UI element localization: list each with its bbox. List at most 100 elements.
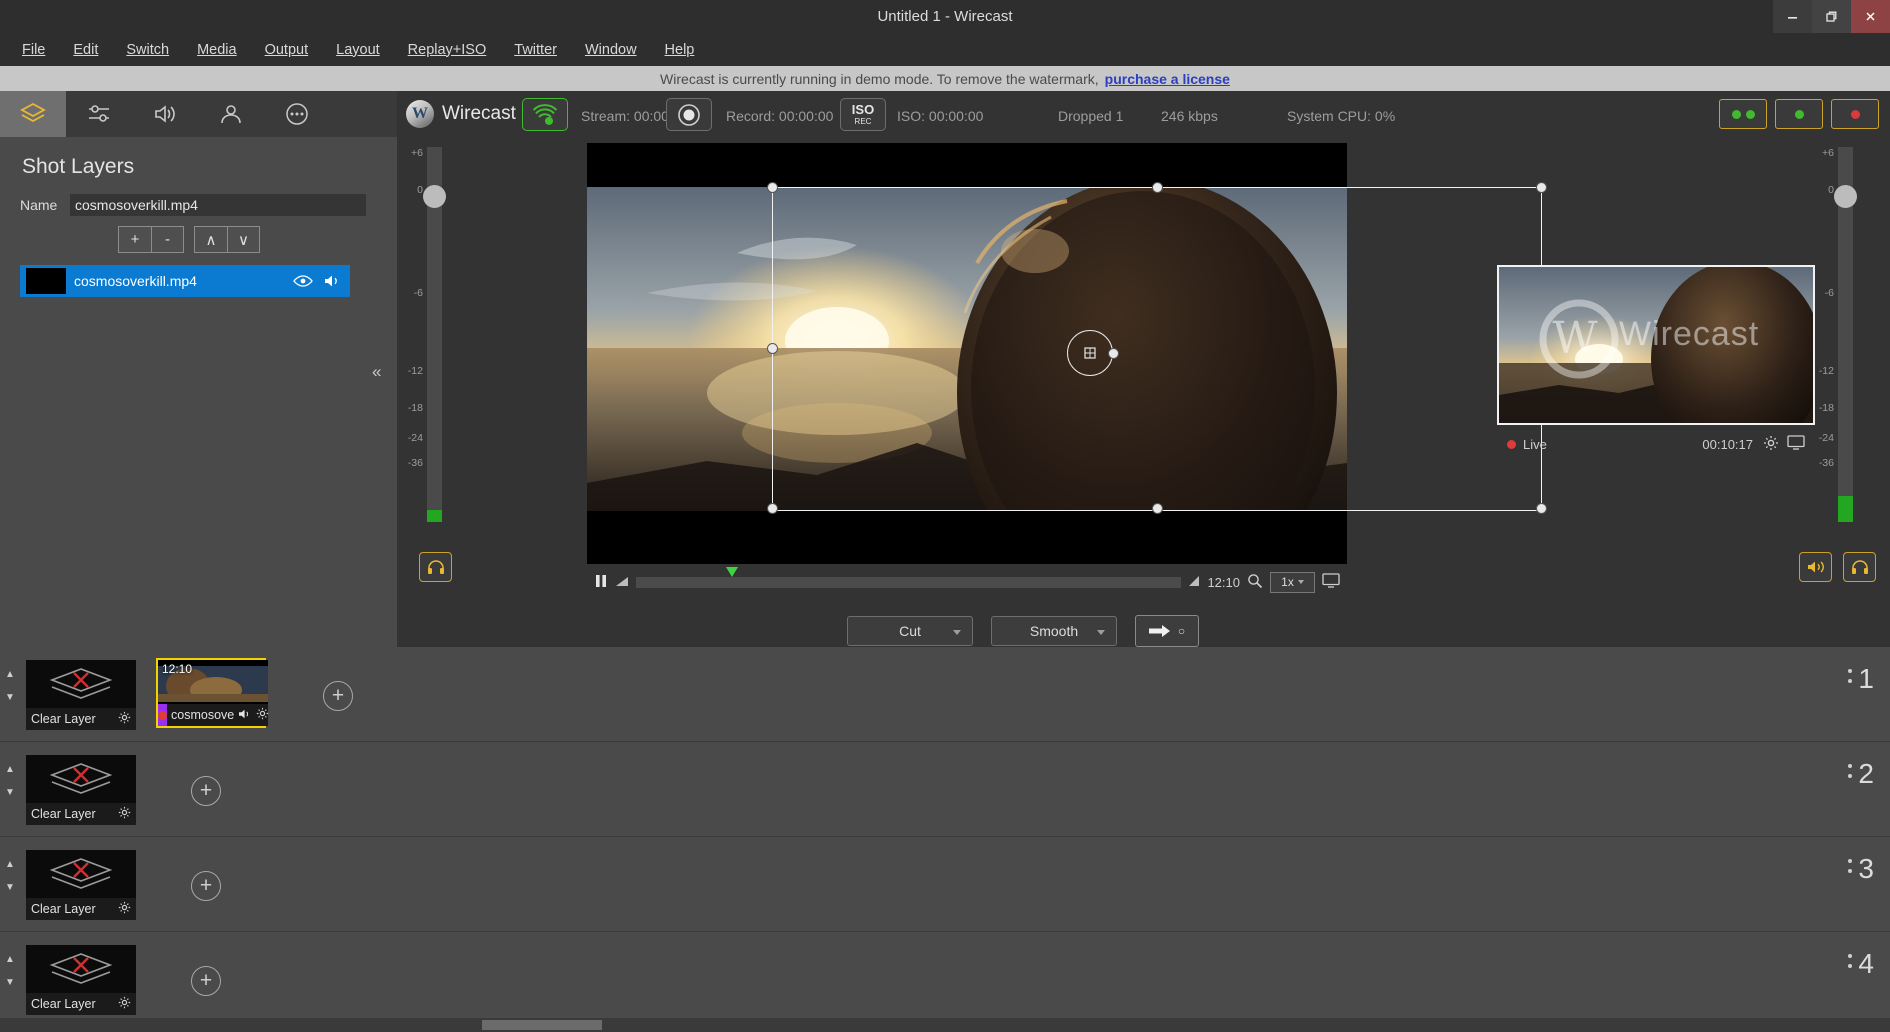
move-layer-down-button[interactable]: ∨ [227,226,260,253]
menu-item-edit[interactable]: Edit [59,38,112,62]
playhead-marker[interactable] [726,566,738,577]
menu-item-window[interactable]: Window [571,38,651,62]
right-speaker-button[interactable] [1799,552,1832,582]
clear-layer-shot-2[interactable]: Clear Layer [26,755,136,825]
menu-item-help[interactable]: Help [651,38,709,62]
add-shot-button-4[interactable]: + [191,966,221,996]
left-headphone-button[interactable] [419,552,452,582]
resize-handle-br[interactable] [1536,503,1547,514]
scrubber[interactable] [636,566,1182,588]
layer-down-arrow[interactable]: ▼ [5,882,15,893]
resize-handle-tc[interactable] [1152,182,1163,193]
layer-4-reorder[interactable]: ▲ ▼ [5,954,15,988]
minimize-button[interactable] [1773,0,1812,33]
gear-icon[interactable] [118,711,131,727]
clear-layer-shot-1[interactable]: Clear Layer [26,660,136,730]
left-volume-slider[interactable] [423,185,446,208]
more-tab-button[interactable] [264,91,330,137]
center-move-handle[interactable] [1067,330,1113,376]
volume-button[interactable] [615,574,629,591]
meter-tick: -18 [407,402,423,414]
menu-item-replay-iso[interactable]: Replay+ISO [394,38,501,62]
scrollbar-thumb[interactable] [482,1020,602,1030]
layer-up-arrow[interactable]: ▲ [5,954,15,965]
transition-type-value: Cut [899,623,921,639]
record-button[interactable] [666,98,712,131]
audio-tab-button[interactable] [132,91,198,137]
speaker-icon [155,105,175,123]
go-options-icon[interactable]: ○ [1178,624,1185,638]
resize-handle-tr[interactable] [1536,182,1547,193]
menu-item-output[interactable]: Output [251,38,323,62]
layers-tab-button[interactable] [0,91,66,137]
collapse-panel-button[interactable]: « [372,362,381,382]
horizontal-scrollbar[interactable] [0,1018,1890,1032]
menu-item-layout[interactable]: Layout [322,38,394,62]
resize-handle-bc[interactable] [1152,503,1163,514]
layer-up-arrow[interactable]: ▲ [5,669,15,680]
layer-down-arrow[interactable]: ▼ [5,977,15,988]
iso-record-button[interactable]: ISO REC [840,98,886,131]
rotate-handle[interactable] [1108,348,1119,359]
speaker-icon[interactable] [238,708,252,723]
maximize-button[interactable] [1812,0,1851,33]
program-canvas[interactable] [587,143,1547,564]
layer-1-reorder[interactable]: ▲ ▼ [5,669,15,703]
add-shot-button-3[interactable]: + [191,871,221,901]
live-preview[interactable]: W Wirecast [1497,265,1815,425]
go-button[interactable]: ○ [1135,615,1199,647]
zoom-button[interactable] [1247,573,1263,592]
gear-icon[interactable] [256,707,269,723]
add-shot-button-1[interactable]: + [323,681,353,711]
list-item[interactable]: cosmosoverkill.mp4 [20,265,350,297]
add-shot-button-2[interactable]: + [191,776,221,806]
pause-button[interactable] [594,574,608,591]
live-label: Live [1523,436,1547,452]
clear-layer-shot-4[interactable]: Clear Layer [26,945,136,1015]
close-button[interactable] [1851,0,1890,33]
move-layer-up-button[interactable]: ∧ [194,226,227,253]
menu-item-switch[interactable]: Switch [112,38,183,62]
clear-layer-shot-3[interactable]: Clear Layer [26,850,136,920]
menu-item-twitter[interactable]: Twitter [500,38,571,62]
add-layer-button[interactable]: + [118,226,151,253]
clear-layer-icon [49,858,113,889]
shot-duration: 12:10 [162,662,193,676]
shot-name-input[interactable] [70,194,366,216]
menu-item-media[interactable]: Media [183,38,251,62]
settings-tab-button[interactable] [66,91,132,137]
layer-down-arrow[interactable]: ▼ [5,692,15,703]
remove-layer-button[interactable]: - [151,226,184,253]
output-chip-1[interactable] [1719,99,1767,129]
purchase-license-link[interactable]: purchase a license [1105,71,1230,87]
gear-icon[interactable] [118,996,131,1012]
output-chip-3[interactable] [1831,99,1879,129]
person-tab-button[interactable] [198,91,264,137]
right-headphone-button[interactable] [1843,552,1876,582]
playback-speed-select[interactable]: 1x [1270,571,1315,593]
stream-button[interactable] [522,98,568,131]
transition-speed-select[interactable]: Smooth [991,616,1117,646]
menu-item-file[interactable]: File [8,38,59,62]
gear-icon[interactable] [118,901,131,917]
gear-icon[interactable] [118,806,131,822]
gear-icon[interactable] [1763,435,1779,454]
layer-down-arrow[interactable]: ▼ [5,787,15,798]
layer-3-reorder[interactable]: ▲ ▼ [5,859,15,893]
record-time: 00:00:00 [778,108,834,124]
monitor-icon[interactable] [1787,435,1805,453]
eye-icon[interactable] [292,274,314,288]
right-volume-slider[interactable] [1834,185,1857,208]
menu-label: Layout [336,41,380,58]
resize-handle-ml[interactable] [767,343,778,354]
layer-up-arrow[interactable]: ▲ [5,859,15,870]
resize-handle-bl[interactable] [767,503,778,514]
output-chip-2[interactable] [1775,99,1823,129]
speaker-icon[interactable] [322,273,344,289]
resize-handle-tl[interactable] [767,182,778,193]
layer-up-arrow[interactable]: ▲ [5,764,15,775]
display-output-button[interactable] [1322,573,1340,591]
layer-2-reorder[interactable]: ▲ ▼ [5,764,15,798]
shot-cosmosove[interactable]: 12:10 cosmosove [156,658,269,728]
transition-type-select[interactable]: Cut [847,616,973,646]
